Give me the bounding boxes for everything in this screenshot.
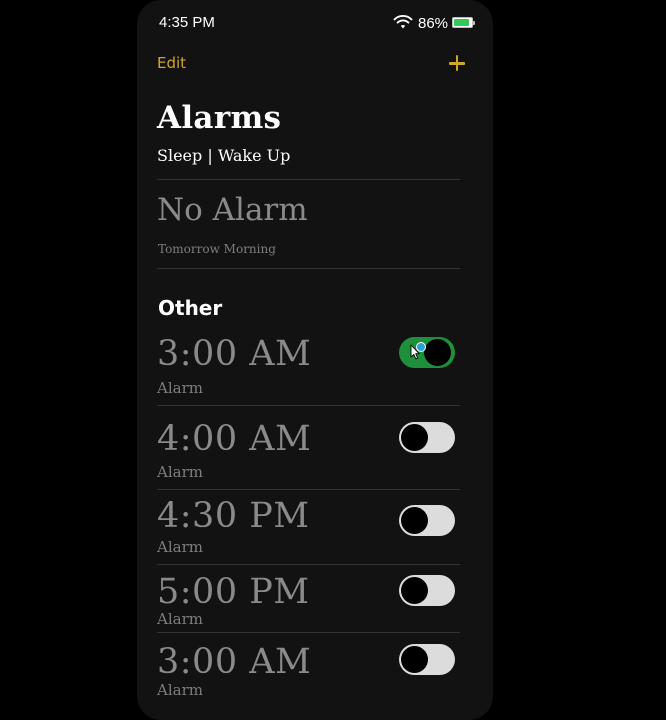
divider bbox=[157, 632, 460, 633]
divider bbox=[157, 179, 460, 180]
battery-fill bbox=[454, 19, 469, 26]
alarm-label: Alarm bbox=[157, 681, 203, 699]
alarm-label: Alarm bbox=[157, 379, 203, 397]
alarm-toggle[interactable] bbox=[399, 422, 455, 453]
add-alarm-button[interactable] bbox=[445, 50, 469, 78]
alarm-label: Alarm bbox=[157, 610, 203, 628]
alarm-time: 3:00 AM bbox=[157, 642, 312, 682]
alarm-toggle[interactable] bbox=[399, 505, 455, 536]
edit-button[interactable]: Edit bbox=[157, 54, 186, 72]
alarm-toggle[interactable] bbox=[399, 337, 455, 368]
alarm-toggle[interactable] bbox=[399, 644, 455, 675]
status-time: 4:35 PM bbox=[159, 14, 215, 31]
divider bbox=[157, 268, 460, 269]
alarm-time: 5:00 PM bbox=[157, 572, 310, 612]
battery-cap bbox=[473, 21, 475, 25]
sleep-wake-subtitle: Sleep | Wake Up bbox=[157, 146, 291, 165]
alarm-label: Alarm bbox=[157, 538, 203, 556]
toggle-knob bbox=[401, 507, 428, 534]
battery-percent: 86% bbox=[418, 15, 449, 32]
phone-screen: 4:35 PM 86% Edit Alarms Sleep | Wake Up … bbox=[137, 0, 493, 720]
toggle-knob bbox=[401, 646, 428, 673]
toggle-knob bbox=[401, 424, 428, 451]
sleep-alarm-schedule: Tomorrow Morning bbox=[158, 242, 276, 256]
alarm-label: Alarm bbox=[157, 463, 203, 481]
divider bbox=[157, 405, 460, 406]
divider bbox=[157, 564, 460, 565]
alarm-toggle[interactable] bbox=[399, 575, 455, 606]
divider bbox=[157, 489, 460, 490]
status-bar: 4:35 PM 86% bbox=[137, 0, 493, 46]
alarm-time: 4:30 PM bbox=[157, 496, 310, 536]
wifi-icon bbox=[393, 14, 413, 30]
battery-icon bbox=[452, 17, 475, 28]
toggle-knob bbox=[401, 577, 428, 604]
alarm-time: 4:00 AM bbox=[157, 419, 312, 459]
alarm-time: 3:00 AM bbox=[157, 334, 312, 374]
mouse-pointer-icon bbox=[410, 344, 420, 360]
page-title: Alarms bbox=[157, 100, 282, 136]
sleep-alarm-status[interactable]: No Alarm bbox=[157, 192, 308, 228]
toggle-knob bbox=[424, 339, 451, 366]
other-section-title: Other bbox=[158, 296, 223, 320]
